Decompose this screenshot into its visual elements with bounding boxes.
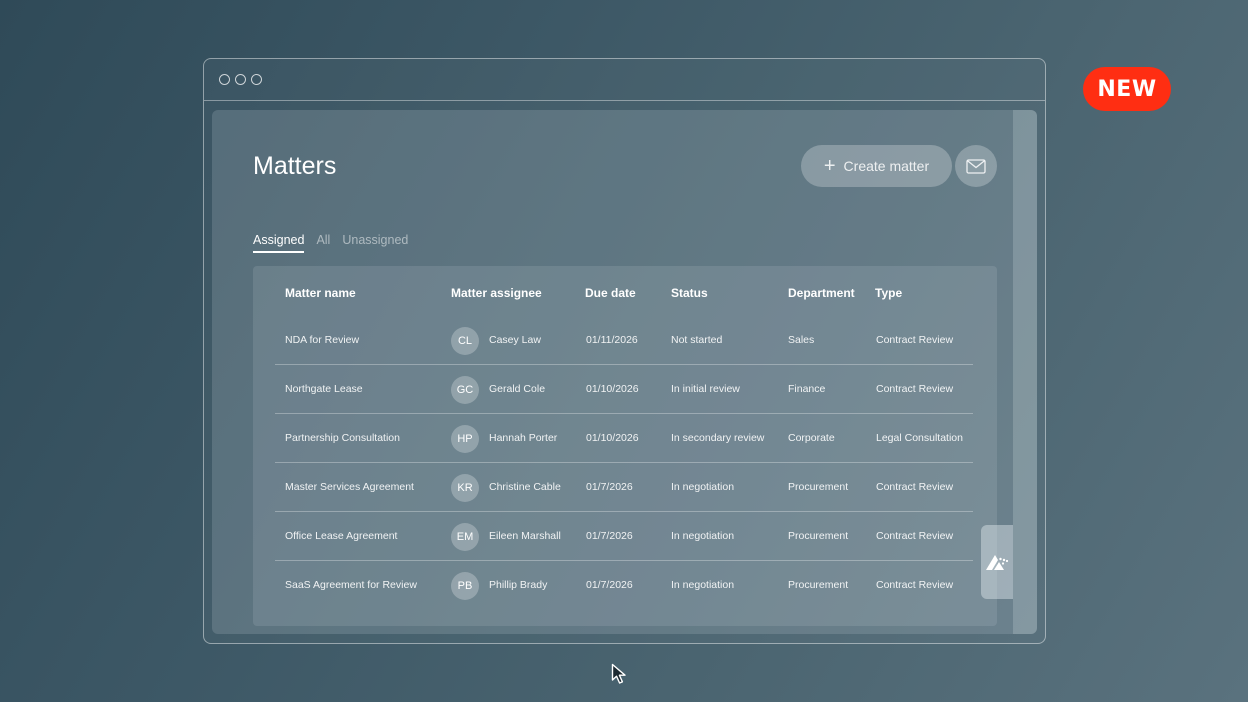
table-row[interactable]: Partnership Consultation HP Hannah Porte… <box>275 414 973 463</box>
window-titlebar <box>204 59 1045 101</box>
status-cell: In secondary review <box>671 432 765 444</box>
window-close-dot[interactable] <box>219 74 230 85</box>
avatar: CL <box>451 327 479 355</box>
assistant-logo-icon <box>986 555 1009 570</box>
avatar: KR <box>451 474 479 502</box>
department-cell: Finance <box>788 383 826 395</box>
tab-unassigned[interactable]: Unassigned <box>342 233 408 253</box>
status-cell: In negotiation <box>671 579 735 591</box>
app-window: Matters + Create matter Assigned All Una… <box>203 58 1046 644</box>
type-cell: Contract Review <box>876 334 954 346</box>
matters-panel: Matters + Create matter Assigned All Una… <box>212 110 1037 634</box>
scrollbar[interactable] <box>1013 110 1037 634</box>
window-maximize-dot[interactable] <box>251 74 262 85</box>
avatar: PB <box>451 572 479 600</box>
department-cell: Corporate <box>788 432 835 444</box>
avatar: HP <box>451 425 479 453</box>
matters-table: Matter name Matter assignee Due date Sta… <box>253 266 997 626</box>
type-cell: Legal Consultation <box>876 432 963 444</box>
status-cell: In negotiation <box>671 481 735 493</box>
avatar: EM <box>451 523 479 551</box>
due-date-cell: 01/7/2026 <box>586 530 633 542</box>
matter-name-cell: NDA for Review <box>285 334 360 346</box>
assignee-cell: Gerald Cole <box>489 383 546 395</box>
mouse-cursor-icon <box>611 663 626 684</box>
due-date-cell: 01/10/2026 <box>586 383 639 395</box>
matter-tabs: Assigned All Unassigned <box>253 233 408 253</box>
type-cell: Contract Review <box>876 383 954 395</box>
department-cell: Procurement <box>788 530 849 542</box>
table-row[interactable]: Master Services Agreement KR Christine C… <box>275 463 973 512</box>
avatar: GC <box>451 376 479 404</box>
plus-icon: + <box>823 155 836 177</box>
matter-name-cell: Office Lease Agreement <box>285 530 398 542</box>
column-header-status[interactable]: Status <box>671 286 708 300</box>
type-cell: Contract Review <box>876 530 954 542</box>
table-row[interactable]: SaaS Agreement for Review PB Phillip Bra… <box>275 561 973 610</box>
due-date-cell: 01/7/2026 <box>586 481 633 493</box>
table-header: Matter name Matter assignee Due date Sta… <box>253 284 997 304</box>
window-minimize-dot[interactable] <box>235 74 246 85</box>
department-cell: Procurement <box>788 579 849 591</box>
tab-assigned[interactable]: Assigned <box>253 233 305 253</box>
matter-name-cell: Master Services Agreement <box>285 481 414 493</box>
table-row[interactable]: Northgate Lease GC Gerald Cole 01/10/202… <box>275 365 973 414</box>
assignee-cell: Eileen Marshall <box>489 530 561 542</box>
column-header-assignee[interactable]: Matter assignee <box>451 286 542 300</box>
due-date-cell: 01/7/2026 <box>586 579 633 591</box>
due-date-cell: 01/10/2026 <box>586 432 639 444</box>
department-cell: Procurement <box>788 481 849 493</box>
matter-name-cell: SaaS Agreement for Review <box>285 579 417 591</box>
page-title: Matters <box>253 152 337 180</box>
status-cell: Not started <box>671 334 723 346</box>
department-cell: Sales <box>788 334 815 346</box>
assistant-widget-button[interactable] <box>981 525 1013 599</box>
table-row[interactable]: NDA for Review CL Casey Law 01/11/2026 N… <box>275 316 973 365</box>
column-header-department[interactable]: Department <box>788 286 855 300</box>
status-cell: In negotiation <box>671 530 735 542</box>
assignee-cell: Phillip Brady <box>489 579 548 591</box>
status-cell: In initial review <box>671 383 740 395</box>
type-cell: Contract Review <box>876 481 954 493</box>
create-matter-label: Create matter <box>843 158 930 174</box>
type-cell: Contract Review <box>876 579 954 591</box>
column-header-due-date[interactable]: Due date <box>585 286 636 300</box>
due-date-cell: 01/11/2026 <box>586 334 638 346</box>
matter-name-cell: Northgate Lease <box>285 383 363 395</box>
assignee-cell: Hannah Porter <box>489 432 558 444</box>
create-matter-button[interactable]: + Create matter <box>801 145 952 187</box>
assignee-cell: Casey Law <box>489 334 541 346</box>
mail-icon <box>966 158 986 174</box>
tab-all[interactable]: All <box>316 233 330 253</box>
column-header-matter-name[interactable]: Matter name <box>285 286 356 300</box>
new-badge: NEW <box>1083 67 1171 111</box>
mail-button[interactable] <box>955 145 997 187</box>
table-row[interactable]: Office Lease Agreement EM Eileen Marshal… <box>275 512 973 561</box>
matter-name-cell: Partnership Consultation <box>285 432 400 444</box>
column-header-type[interactable]: Type <box>875 286 902 300</box>
assignee-cell: Christine Cable <box>489 481 561 493</box>
